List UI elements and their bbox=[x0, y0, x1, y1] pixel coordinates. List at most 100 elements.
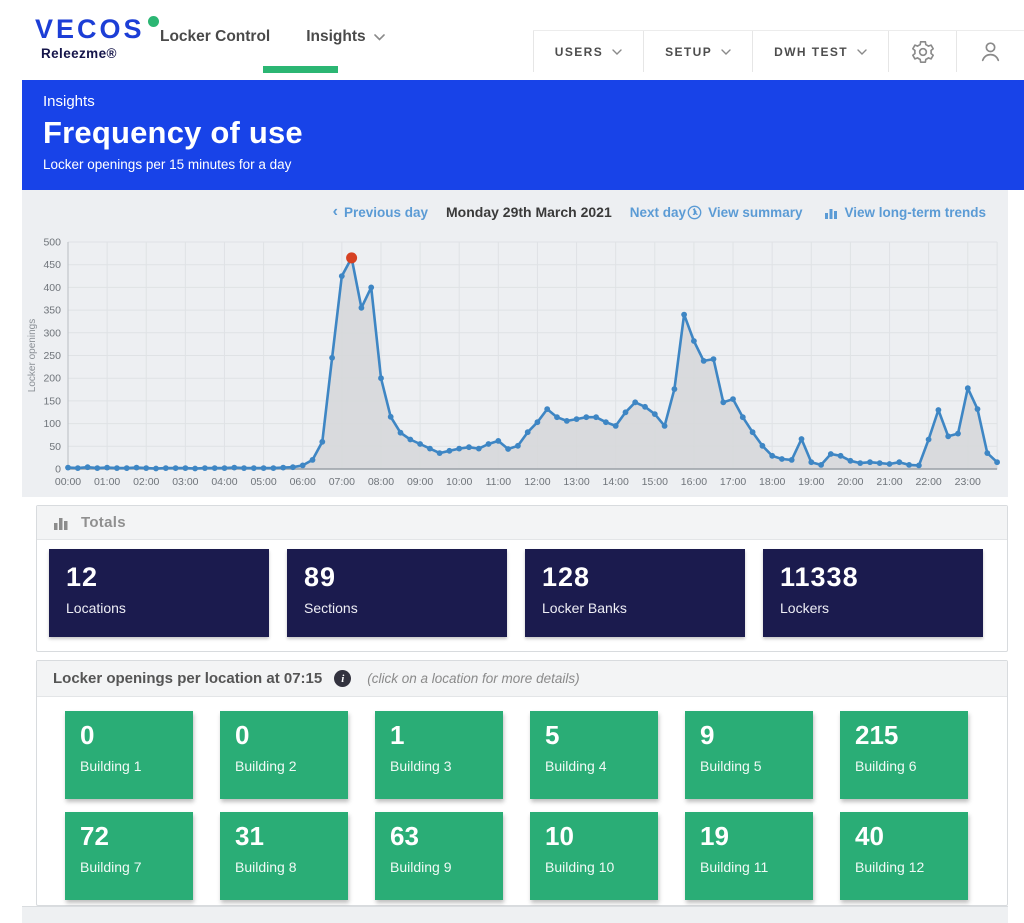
frequency-of-use-chart[interactable]: 00:0001:0002:0003:0004:0005:0006:0007:00… bbox=[22, 234, 1008, 496]
location-label: Building 6 bbox=[855, 758, 968, 774]
menu-users[interactable]: USERS bbox=[533, 31, 643, 72]
date-toolbar: ‹ Previous day Monday 29th March 2021 Ne… bbox=[22, 190, 1008, 234]
svg-text:04:00: 04:00 bbox=[211, 476, 237, 488]
locations-hint: (click on a location for more details) bbox=[367, 671, 579, 686]
svg-text:50: 50 bbox=[49, 441, 61, 453]
svg-text:250: 250 bbox=[43, 350, 61, 362]
location-card-building-7[interactable]: 72 Building 7 bbox=[65, 812, 193, 900]
svg-text:20:00: 20:00 bbox=[837, 476, 863, 488]
svg-text:06:00: 06:00 bbox=[290, 476, 316, 488]
brand-dot-icon bbox=[148, 16, 159, 27]
chevron-down-icon bbox=[857, 49, 867, 55]
primary-nav: Locker Control Insights bbox=[160, 0, 385, 74]
total-card-locations: 12 Locations bbox=[49, 549, 269, 637]
location-value: 0 bbox=[235, 720, 348, 751]
location-card-building-4[interactable]: 5 Building 4 bbox=[530, 711, 658, 799]
svg-text:02:00: 02:00 bbox=[133, 476, 159, 488]
svg-text:23:00: 23:00 bbox=[955, 476, 981, 488]
location-value: 215 bbox=[855, 720, 968, 751]
location-card-building-10[interactable]: 10 Building 10 bbox=[530, 812, 658, 900]
svg-text:Locker openings: Locker openings bbox=[27, 319, 38, 392]
next-day-label: Next day bbox=[630, 205, 686, 220]
locations-grid: 0 Building 1 0 Building 2 1 Building 3 5… bbox=[37, 697, 1007, 900]
svg-text:11:00: 11:00 bbox=[486, 476, 512, 488]
nav-insights-label: Insights bbox=[306, 28, 365, 46]
menu-dwh-test[interactable]: DWH TEST bbox=[752, 31, 888, 72]
brand-logo[interactable]: VECOS Releezme® bbox=[35, 15, 159, 61]
svg-text:0: 0 bbox=[55, 464, 61, 476]
location-value: 0 bbox=[80, 720, 193, 751]
location-value: 5 bbox=[545, 720, 658, 751]
location-value: 9 bbox=[700, 720, 813, 751]
chart-panel: ‹ Previous day Monday 29th March 2021 Ne… bbox=[22, 190, 1008, 497]
location-card-building-12[interactable]: 40 Building 12 bbox=[840, 812, 968, 900]
totals-title: Totals bbox=[81, 514, 126, 531]
svg-text:10:00: 10:00 bbox=[446, 476, 472, 488]
svg-text:400: 400 bbox=[43, 282, 61, 294]
active-tab-indicator bbox=[263, 66, 338, 73]
settings-gear-icon[interactable] bbox=[888, 31, 956, 72]
location-card-building-9[interactable]: 63 Building 9 bbox=[375, 812, 503, 900]
locations-panel: Locker openings per location at 07:15 i … bbox=[36, 660, 1008, 906]
user-profile-icon[interactable] bbox=[956, 31, 1024, 72]
previous-day-label: Previous day bbox=[344, 205, 428, 220]
svg-text:100: 100 bbox=[43, 418, 61, 430]
svg-text:16:00: 16:00 bbox=[681, 476, 707, 488]
menu-setup-label: SETUP bbox=[665, 45, 712, 59]
view-trends-button[interactable]: View long-term trends bbox=[824, 205, 986, 220]
total-card-lockers: 11338 Lockers bbox=[763, 549, 983, 637]
location-card-building-8[interactable]: 31 Building 8 bbox=[220, 812, 348, 900]
next-section-edge bbox=[22, 906, 1008, 923]
total-value: 89 bbox=[304, 562, 507, 593]
page-title: Frequency of use bbox=[43, 116, 1024, 150]
menu-dwh-test-label: DWH TEST bbox=[774, 45, 848, 59]
svg-text:13:00: 13:00 bbox=[563, 476, 589, 488]
location-label: Building 3 bbox=[390, 758, 503, 774]
menu-setup[interactable]: SETUP bbox=[643, 31, 752, 72]
total-value: 11338 bbox=[780, 562, 983, 593]
svg-text:03:00: 03:00 bbox=[172, 476, 198, 488]
location-value: 40 bbox=[855, 821, 968, 852]
location-value: 63 bbox=[390, 821, 503, 852]
bar-chart-icon bbox=[824, 205, 838, 219]
chevron-down-icon bbox=[721, 49, 731, 55]
info-icon[interactable]: i bbox=[334, 670, 351, 687]
bar-chart-icon bbox=[53, 516, 69, 530]
nav-insights[interactable]: Insights bbox=[306, 28, 384, 46]
svg-text:21:00: 21:00 bbox=[876, 476, 902, 488]
location-label: Building 2 bbox=[235, 758, 348, 774]
location-card-building-6[interactable]: 215 Building 6 bbox=[840, 711, 968, 799]
location-card-building-11[interactable]: 19 Building 11 bbox=[685, 812, 813, 900]
svg-text:01:00: 01:00 bbox=[94, 476, 120, 488]
location-card-building-2[interactable]: 0 Building 2 bbox=[220, 711, 348, 799]
previous-day-button[interactable]: ‹ Previous day bbox=[333, 205, 428, 220]
locations-header: Locker openings per location at 07:15 i … bbox=[37, 661, 1007, 697]
view-summary-button[interactable]: View summary bbox=[687, 205, 802, 220]
brand-name: VECOS bbox=[35, 15, 145, 43]
total-value: 12 bbox=[66, 562, 269, 593]
location-label: Building 7 bbox=[80, 859, 193, 875]
location-label: Building 11 bbox=[700, 859, 813, 875]
totals-cards: 12 Locations 89 Sections 128 Locker Bank… bbox=[37, 540, 1007, 637]
svg-text:500: 500 bbox=[43, 237, 61, 249]
svg-text:150: 150 bbox=[43, 395, 61, 407]
chevron-left-icon: ‹ bbox=[333, 206, 338, 218]
svg-text:05:00: 05:00 bbox=[250, 476, 276, 488]
totals-panel: Totals 12 Locations 89 Sections 128 Lock… bbox=[36, 505, 1008, 652]
location-card-building-5[interactable]: 9 Building 5 bbox=[685, 711, 813, 799]
total-card-sections: 89 Sections bbox=[287, 549, 507, 637]
svg-text:08:00: 08:00 bbox=[368, 476, 394, 488]
location-card-building-3[interactable]: 1 Building 3 bbox=[375, 711, 503, 799]
view-trends-label: View long-term trends bbox=[844, 205, 986, 220]
locations-title: Locker openings per location at 07:15 bbox=[53, 670, 322, 687]
location-label: Building 10 bbox=[545, 859, 658, 875]
nav-locker-control[interactable]: Locker Control bbox=[160, 28, 270, 46]
location-label: Building 5 bbox=[700, 758, 813, 774]
total-label: Locker Banks bbox=[542, 600, 745, 616]
svg-text:15:00: 15:00 bbox=[642, 476, 668, 488]
clock-icon bbox=[687, 205, 702, 220]
secondary-nav: USERS SETUP DWH TEST bbox=[533, 30, 1024, 72]
page-header-banner: Insights Frequency of use Locker opening… bbox=[22, 80, 1024, 190]
location-card-building-1[interactable]: 0 Building 1 bbox=[65, 711, 193, 799]
svg-text:350: 350 bbox=[43, 305, 61, 317]
